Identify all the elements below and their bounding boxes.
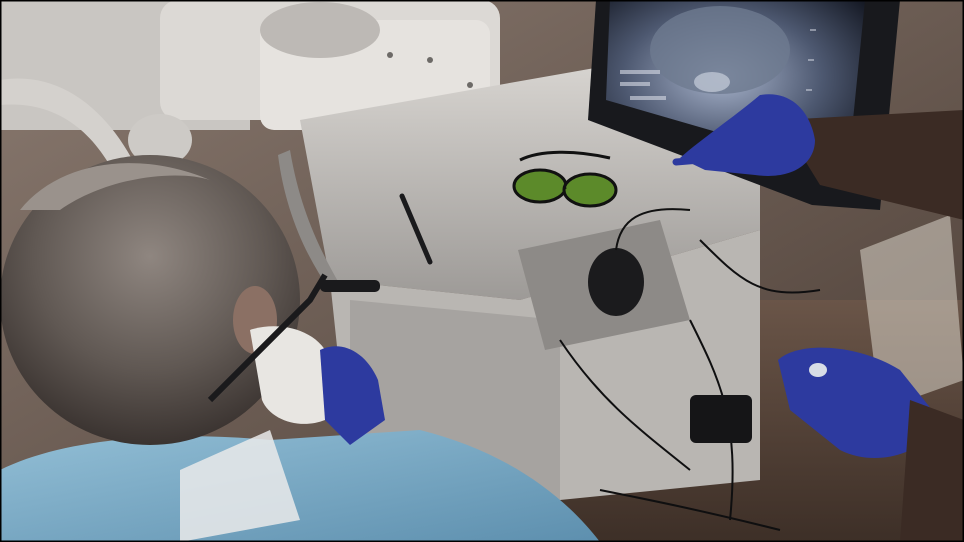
footswitch-box (690, 395, 752, 443)
instrument-handle (320, 280, 380, 292)
procedure-room-photo: ! (0, 0, 964, 542)
video-frame: ! (0, 0, 964, 542)
